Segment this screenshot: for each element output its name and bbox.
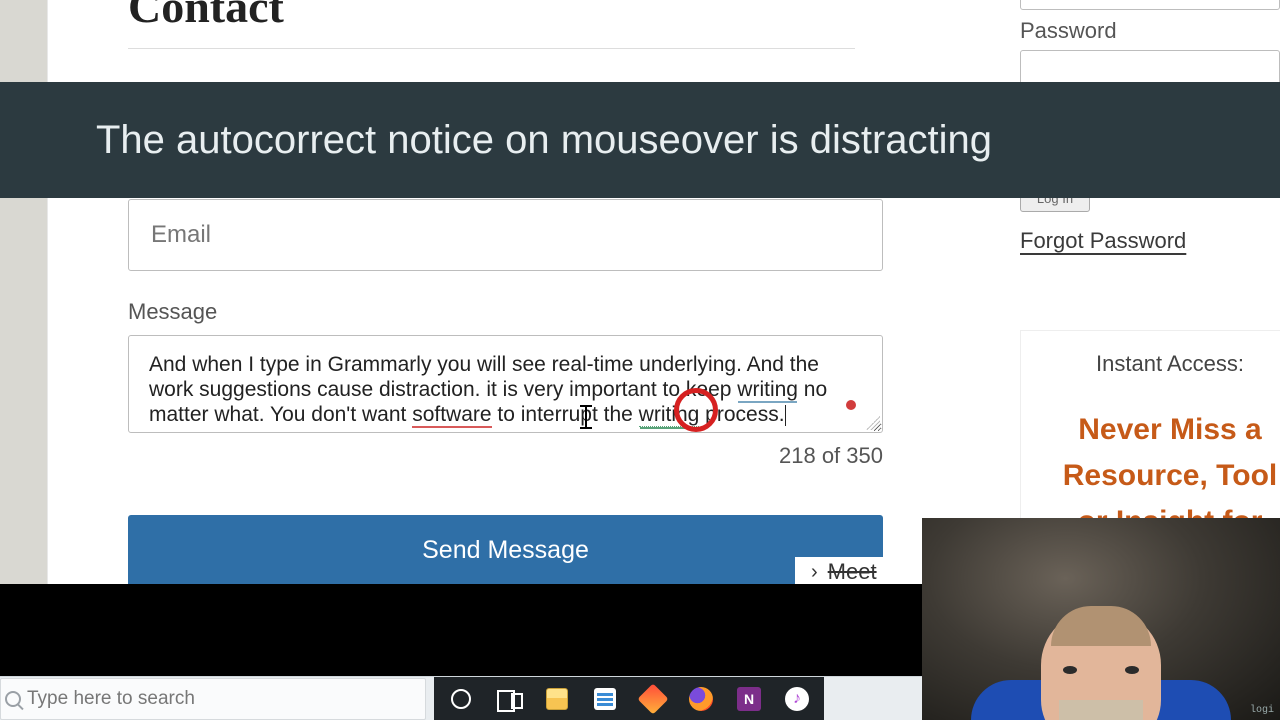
promo-subtitle: Instant Access:	[1031, 351, 1280, 377]
email-group	[128, 199, 855, 271]
page-title: Contact	[128, 0, 855, 49]
diamond-app-icon[interactable]	[638, 684, 668, 714]
taskbar-search[interactable]: Type here to search	[0, 678, 426, 720]
message-group: Message And when I type in Grammarly you…	[128, 299, 855, 469]
text-cursor	[785, 405, 786, 426]
webcam-brand: logi	[1250, 705, 1274, 716]
message-textarea[interactable]: And when I type in Grammarly you will se…	[128, 335, 883, 433]
username-field[interactable]	[1020, 0, 1280, 10]
grammarly-indicator-icon[interactable]	[846, 400, 856, 410]
cortana-icon[interactable]	[446, 684, 476, 714]
textarea-resize-handle[interactable]	[866, 416, 880, 430]
email-field[interactable]	[128, 199, 883, 271]
send-message-button[interactable]: Send Message	[128, 515, 883, 589]
password-label: Password	[1020, 18, 1280, 44]
character-count: 218 of 350	[128, 443, 883, 469]
webcam-overlay: logi	[922, 518, 1280, 720]
underline-blue-writing[interactable]: writing	[737, 378, 798, 401]
ibeam-cursor-icon	[580, 405, 592, 429]
message-text: And when I type in Grammarly you will se…	[149, 353, 827, 426]
task-view-icon[interactable]	[494, 684, 524, 714]
taskbar-icons: N ♪	[434, 677, 824, 720]
message-label: Message	[128, 299, 855, 325]
caption-text: The autocorrect notice on mouseover is d…	[96, 118, 992, 163]
firefox-icon[interactable]	[686, 684, 716, 714]
file-explorer-icon[interactable]	[542, 684, 572, 714]
search-placeholder: Type here to search	[27, 688, 195, 710]
itunes-icon[interactable]: ♪	[782, 684, 812, 714]
video-caption-overlay: The autocorrect notice on mouseover is d…	[0, 82, 1280, 198]
notes-app-icon[interactable]	[590, 684, 620, 714]
underline-red-software[interactable]: software	[412, 403, 491, 428]
cursor-highlight-ring	[674, 388, 718, 432]
onenote-icon[interactable]: N	[734, 684, 764, 714]
chevron-right-icon: ›	[811, 561, 818, 584]
search-icon	[5, 691, 21, 707]
forgot-password-link[interactable]: Forgot Password	[1020, 228, 1186, 254]
